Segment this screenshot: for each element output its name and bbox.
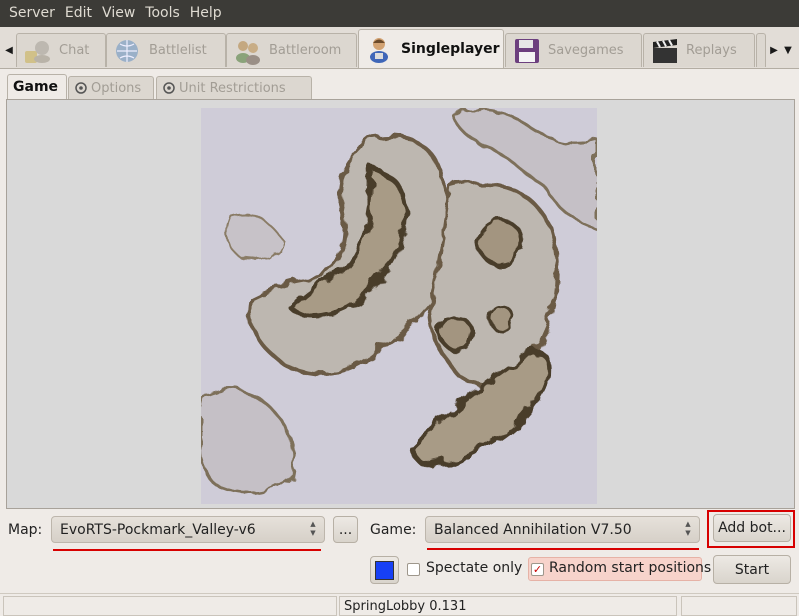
main-tab-strip: ◀ Chat Battlelist Battleroom Singleplaye… [0, 27, 799, 69]
map-label: Map: [8, 522, 43, 538]
status-segment-right [681, 596, 797, 616]
globe-icon [116, 39, 138, 62]
menu-view[interactable]: View [97, 0, 140, 27]
subtab-game[interactable]: Game [7, 74, 67, 99]
map-select[interactable]: EvoRTS-Pockmark_Valley-v6 ▲ ▼ [51, 516, 325, 543]
tab-overflow[interactable] [756, 33, 766, 67]
highlight-underline-game [427, 548, 699, 550]
team-color-swatch [375, 560, 394, 580]
tab-battleroom[interactable]: Battleroom [226, 33, 357, 67]
subtab-options-label: Options [91, 80, 142, 96]
tab-singleplayer[interactable]: Singleplayer [358, 29, 504, 68]
tab-list-button[interactable]: ▼ [781, 33, 795, 67]
floppy-disk-icon [515, 38, 539, 63]
game-label: Game: [370, 522, 417, 538]
clapperboard-icon [653, 38, 677, 63]
tab-savegames[interactable]: Savegames [505, 33, 642, 67]
tab-singleplayer-label: Singleplayer [401, 41, 500, 57]
tab-scroll-left-button[interactable]: ◀ [2, 33, 16, 67]
tab-chat-label: Chat [59, 43, 90, 58]
subtab-options[interactable]: Options [68, 76, 154, 99]
status-bar: SpringLobby 0.131 [0, 593, 799, 616]
status-segment-left [3, 596, 337, 616]
highlight-underline-map [53, 549, 321, 551]
chat-icon [25, 40, 50, 63]
tab-battleroom-label: Battleroom [269, 43, 342, 58]
map-terrain-image [201, 108, 597, 504]
game-select-value: Balanced Annihilation V7.50 [434, 521, 632, 538]
game-select[interactable]: Balanced Annihilation V7.50 ▲ ▼ [425, 516, 700, 543]
tab-scroll-right-button[interactable]: ▶ [767, 33, 781, 67]
highlight-box-add-bot [707, 510, 795, 548]
sub-tab-strip: Game Options Unit Restrictions [0, 70, 799, 100]
map-browse-button[interactable]: ... [333, 516, 358, 543]
tab-chat[interactable]: Chat [16, 33, 106, 67]
tab-savegames-label: Savegames [548, 43, 624, 58]
map-select-value: EvoRTS-Pockmark_Valley-v6 [60, 521, 256, 538]
menu-tools[interactable]: Tools [140, 0, 185, 27]
status-version-text: SpringLobby 0.131 [339, 596, 677, 616]
random-start-label[interactable]: Random start positions [549, 560, 711, 576]
menu-bar: Server Edit View Tools Help [0, 0, 799, 27]
spectate-only-label[interactable]: Spectate only [426, 560, 522, 576]
tab-replays[interactable]: Replays [643, 33, 755, 67]
options-icon [75, 82, 87, 94]
tab-battlelist-label: Battlelist [149, 43, 207, 58]
spinner-arrows-icon: ▲ ▼ [685, 520, 691, 537]
random-start-checkbox[interactable]: ✓ [531, 563, 544, 576]
tab-battlelist[interactable]: Battlelist [106, 33, 226, 67]
subtab-unit-restrictions[interactable]: Unit Restrictions [156, 76, 312, 99]
menu-help[interactable]: Help [185, 0, 227, 27]
restrictions-icon [163, 82, 175, 94]
subtab-unit-restrictions-label: Unit Restrictions [179, 80, 286, 96]
menu-server[interactable]: Server [4, 0, 60, 27]
map-minimap[interactable] [201, 108, 597, 504]
subtab-game-label: Game [13, 79, 59, 95]
spectate-only-checkbox[interactable] [407, 563, 420, 576]
users-icon [236, 40, 260, 65]
singleplayer-icon [370, 38, 388, 63]
start-button[interactable]: Start [713, 555, 791, 584]
menu-edit[interactable]: Edit [60, 0, 97, 27]
tab-replays-label: Replays [686, 43, 737, 58]
spinner-arrows-icon: ▲ ▼ [310, 520, 316, 537]
team-color-button[interactable] [370, 556, 399, 584]
